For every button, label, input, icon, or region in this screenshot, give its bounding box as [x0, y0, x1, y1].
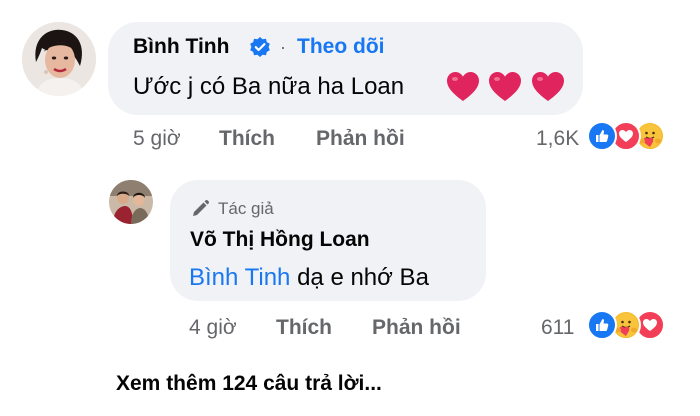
comment-hearts [446, 71, 565, 108]
like-icon [587, 310, 617, 340]
follow-link[interactable]: Theo dõi [297, 35, 385, 59]
verified-badge-icon [249, 36, 271, 63]
comment-timestamp[interactable]: 5 giờ [133, 127, 181, 151]
reply-reaction-count[interactable]: 611 [541, 316, 574, 340]
like-icon [587, 121, 617, 151]
comment-text: Ước j có Ba nữa ha Loan [133, 73, 405, 100]
reply-like-button[interactable]: Thích [276, 316, 332, 340]
reply-text: Bình Tinh dạ e nhớ Ba [189, 264, 429, 292]
author-badge: Tác giả [218, 199, 274, 218]
reaction-count[interactable]: 1,6K [536, 127, 579, 151]
like-button[interactable]: Thích [219, 127, 275, 151]
reply-text-body: dạ e nhớ Ba [290, 264, 429, 291]
reply-author-name[interactable]: Võ Thị Hồng Loan [190, 228, 370, 252]
commenter-avatar[interactable] [22, 22, 96, 96]
reply-reaction-summary[interactable] [587, 310, 665, 340]
reply-button[interactable]: Phản hồi [316, 127, 405, 151]
comment-author-name[interactable]: Bình Tinh [133, 35, 229, 59]
heart-icon [531, 71, 565, 108]
separator-dot: · [280, 37, 286, 57]
pencil-icon [190, 199, 210, 224]
reply-timestamp[interactable]: 4 giờ [189, 316, 237, 340]
view-more-replies-link[interactable]: Xem thêm 124 câu trả lời... [116, 372, 382, 396]
reply-reply-button[interactable]: Phản hồi [372, 316, 461, 340]
reaction-summary[interactable] [587, 121, 665, 151]
heart-icon [488, 71, 522, 108]
reply-author-avatar[interactable] [109, 180, 153, 224]
heart-icon [446, 71, 480, 108]
mention-link[interactable]: Bình Tinh [189, 264, 290, 291]
